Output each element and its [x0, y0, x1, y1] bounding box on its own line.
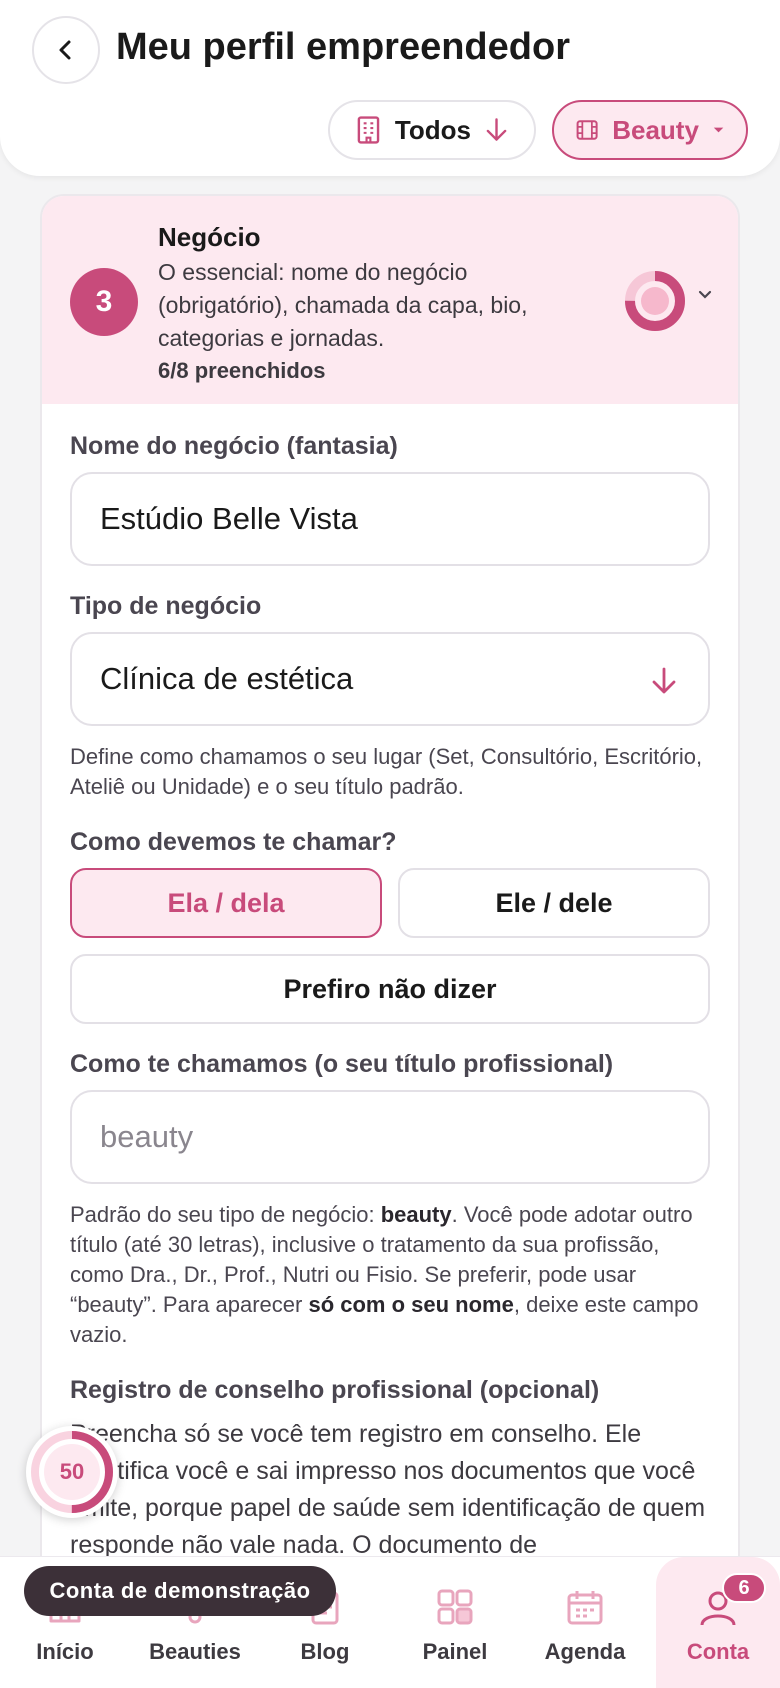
dashboard-icon — [437, 1589, 473, 1625]
pronoun-option-prefer-not[interactable]: Prefiro não dizer — [70, 954, 710, 1024]
business-type-value: Clínica de estética — [100, 661, 354, 696]
back-button[interactable] — [32, 16, 100, 84]
arrow-down-icon — [486, 118, 507, 141]
chevron-down-icon[interactable] — [698, 290, 712, 300]
nav-item-painel[interactable]: Painel — [390, 1557, 520, 1688]
section-fill-count: 6/8 preenchidos — [158, 358, 326, 383]
category-beauty-label: Beauty — [612, 114, 699, 145]
business-type-help: Define como chamamos o seu lugar (Set, C… — [70, 744, 703, 799]
title-input[interactable] — [100, 1119, 680, 1155]
demo-account-badge: Conta de demonstração — [24, 1566, 336, 1616]
pronoun-label: Como devemos te chamar? — [70, 828, 397, 856]
nav-label-agenda: Agenda — [544, 1639, 626, 1664]
business-name-label: Nome do negócio (fantasia) — [70, 432, 398, 460]
business-type-select[interactable]: Clínica de estética — [70, 632, 710, 726]
nav-label-inicio: Início — [36, 1639, 94, 1664]
title-help-text: Padrão do seu tipo de negócio: — [70, 1202, 381, 1227]
top-header: Meu perfil empreendedor Todos Beauty — [0, 0, 780, 176]
film-icon — [576, 120, 598, 140]
registry-label: Registro de conselho profissional (opcio… — [70, 1376, 600, 1404]
category-beauty-button[interactable]: Beauty — [552, 100, 748, 160]
filter-todos-label: Todos — [394, 114, 471, 145]
section-header[interactable]: 3 Negócio O essencial: nome do negócio (… — [42, 196, 738, 404]
section-description: O essencial: nome do negócio (obrigatóri… — [158, 259, 528, 351]
filter-todos-button[interactable]: Todos — [328, 100, 536, 160]
nav-item-conta[interactable]: Conta 6 — [656, 1557, 780, 1688]
nav-label-painel: Painel — [422, 1639, 488, 1664]
notification-badge: 6 — [722, 1573, 766, 1603]
registry-description: Preencha só se você tem registro em cons… — [70, 1420, 706, 1559]
business-type-label: Tipo de negócio — [70, 592, 262, 620]
business-name-field[interactable]: Estúdio Belle Vista — [70, 472, 710, 566]
title-field[interactable] — [70, 1090, 710, 1184]
title-help-name-only: só com o seu nome — [308, 1292, 514, 1317]
section-progress-ring — [625, 271, 685, 331]
section-title: Negócio — [158, 222, 261, 252]
caret-down-icon — [713, 127, 724, 133]
step-number: 3 — [70, 268, 138, 336]
calendar-icon — [567, 1591, 603, 1625]
nav-label-blog: Blog — [300, 1639, 350, 1664]
nav-label-conta: Conta — [686, 1639, 750, 1664]
pronoun-option-ele[interactable]: Ele / dele — [398, 868, 710, 938]
business-name-value: Estúdio Belle Vista — [100, 501, 358, 536]
nav-item-agenda[interactable]: Agenda — [520, 1557, 650, 1688]
title-help-default: beauty — [380, 1202, 452, 1227]
business-section-card: 3 Negócio O essencial: nome do negócio (… — [40, 194, 740, 1688]
chevron-left-icon — [59, 40, 71, 60]
title-label: Como te chamamos (o seu título profissio… — [70, 1050, 614, 1078]
page-title: Meu perfil empreendedor — [116, 26, 570, 68]
nav-label-beauties: Beauties — [149, 1639, 241, 1664]
arrow-down-icon — [652, 667, 676, 694]
progress-value: 50 — [59, 1459, 85, 1484]
title-help: Padrão do seu tipo de negócio: beauty. V… — [70, 1200, 710, 1350]
pronoun-option-ela[interactable]: Ela / dela — [70, 868, 382, 938]
building-icon — [357, 116, 380, 144]
profile-progress-badge[interactable]: 50 — [26, 1426, 118, 1518]
